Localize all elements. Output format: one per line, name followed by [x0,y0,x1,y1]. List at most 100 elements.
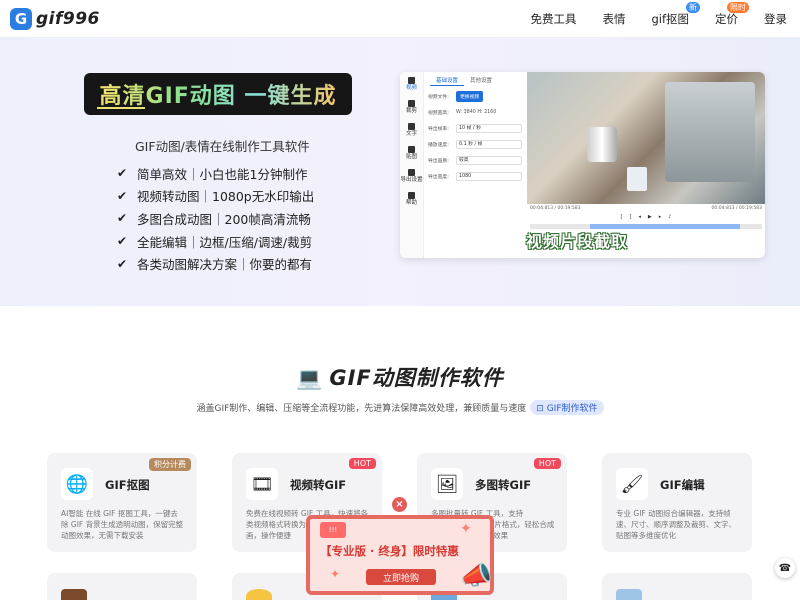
demo-sidebar: 视频 裁剪 文字 贴图 导出设置 帮助 [400,72,424,258]
demo-row: 导出画质: 较高 [428,155,527,166]
tool-card-row2[interactable] [602,573,752,600]
demo-row-label: 视频文件: [428,95,449,100]
tool-card-gif-matting[interactable]: 🌐 GIF抠图 积分计费 AI智能 在线 GIF 抠图工具，一键去除 GIF 背… [47,453,197,552]
feature-list: ✔ 简单高效｜小白也能1分钟制作 ✔ 视频转动图｜1080p无水印输出 ✔ 多图合成动… [117,162,314,275]
promo-close-button[interactable]: × [392,497,407,512]
check-icon: ✔ [117,256,128,271]
check-icon: ✔ [117,188,128,203]
nav-label: 表情 [602,12,626,26]
demo-sidebar-item: 视频 [400,77,423,92]
feature-item: ✔ 多图合成动图｜200帧高清流畅 [117,207,314,230]
check-icon: ✔ [117,211,128,226]
tag-icon: ⊡ [536,404,547,414]
nav-item-pricing[interactable]: 定价 限时 [702,2,751,27]
tool-card-row2[interactable] [47,573,197,600]
demo-video-frame [527,72,765,204]
demo-sidebar-item: 贴图 [400,146,423,161]
section-subtitle: 涵盖GIF制作、编辑、压缩等全流程功能，先进算法保障高效处理，兼顾质量与速度 ⊡ … [0,400,800,415]
demo-time-end: 00:04:813 / 00:19:583 [711,206,762,211]
demo-row: 视频宽高: W: 3840 H: 2160 [428,107,527,118]
demo-sidebar-label: 裁剪 [405,108,417,114]
demo-sidebar-label: 帮助 [405,200,417,206]
nav-item-gif-matting[interactable]: gif抠图 新 [638,2,702,27]
feature-item: ✔ 全能编辑｜边框/压缩/调速/裁剪 [117,230,314,253]
next-frame-icon: ▸ [658,214,662,220]
text-icon [408,123,415,130]
demo-sidebar-label: 贴图 [405,154,417,160]
demo-time-start: 00:04:813 / 00:19:583 [530,206,581,211]
hero-section: 高清GIF动图 一键生成 GIF动图/表情在线制作工具软件 ✔ 简单高效｜小白也能… [0,38,800,306]
nav-label: 定价 [715,12,738,26]
sparkle-icon: ✦ [330,567,341,581]
demo-settings-panel: 基础设置 其他设置 视频文件: 更换视频 视频宽高: W: 3840 H: 2160… [424,72,527,258]
demo-playback-controls: [ ] ◂ ▶ ▸ ♪ [527,214,765,220]
section-subtitle-text: 涵盖GIF制作、编辑、压缩等全流程功能，先进算法保障高效处理，兼顾质量与速度 [196,404,527,414]
demo-sidebar-item: 裁剪 [400,100,423,115]
hero-subtitle: GIF动图/表情在线制作工具软件 [135,139,310,154]
demo-row: 视频文件: 更换视频 [428,91,527,102]
section-tag-label: GIF制作软件 [546,404,598,414]
nav-item-free-tools[interactable]: 免费工具 [517,11,589,27]
feature-text: 各类动图解决方案｜你要的都有 [137,257,313,273]
feature-item: ✔ 简单高效｜小白也能1分钟制作 [117,162,314,185]
nav-item-emoji[interactable]: 表情 [589,11,638,27]
demo-row-value: 10 帧 / 秒 [456,124,522,133]
tool-icon [616,589,642,600]
demo-tab-basic: 基础设置 [430,75,465,86]
pitcher-image [587,127,617,162]
demo-row-label: 导出宽度: [428,175,449,180]
tool-card-gif-edit[interactable]: 🖌 GIF编辑 专业 GIF 动图综合编辑器，支持帧速、尺寸、顺序调整及裁剪、文… [602,453,752,552]
promo-buy-button[interactable]: 立即抢购 [366,569,436,585]
card-badge: HOT [348,458,376,469]
logo-text: gif996 [36,8,100,29]
demo-tabs: 基础设置 其他设置 [430,75,527,86]
demo-caption: 视频片段截取 [526,232,629,251]
cup-image [627,167,647,191]
nav-label: 登录 [764,12,787,26]
feature-text: 多图合成动图｜200帧高清流畅 [137,211,311,227]
play-icon: ▶ [647,214,652,220]
picture-icon: 🖼 [431,468,463,500]
customer-service-icon[interactable]: ☎ [775,558,795,578]
demo-row-label: 导出帧率: [428,127,449,132]
sparkle-icon: ✦ [460,521,472,537]
volume-icon: ♪ [668,214,672,220]
hero-title-underline [97,105,145,109]
feature-item: ✔ 视频转动图｜1080p无水印输出 [117,185,314,208]
check-icon: ✔ [117,166,128,181]
crop-icon [408,100,415,107]
demo-row-value: 0.1 秒 / 帧 [456,140,522,149]
demo-sidebar-item: 帮助 [400,192,423,207]
demo-row-value: 1080 [456,172,522,181]
section-tag[interactable]: ⊡ GIF制作软件 [530,400,604,415]
demo-change-video-button: 更换视频 [456,91,484,102]
new-badge: 新 [686,2,700,13]
feature-text: 视频转动图｜1080p无水印输出 [137,189,315,205]
demo-sidebar-label: 视频 [405,85,417,91]
bracket-close-icon: ] [629,214,632,220]
image-edit-icon: 🖌 [616,468,648,500]
demo-row-value: 较高 [456,156,522,165]
logo-badge-icon: G [10,7,32,30]
demo-row: 导出帧率: 10 帧 / 秒 [428,123,527,134]
demo-sidebar-item: 导出设置 [400,169,423,184]
bracket-open-icon: [ [620,214,623,220]
film-icon: 🎞 [246,468,278,500]
laptop-icon: 💻 [296,366,324,390]
card-badge: 积分计费 [149,458,191,471]
nav-item-login[interactable]: 登录 [751,11,800,27]
globe-icon: 🌐 [61,468,93,500]
demo-row-label: 播放速度: [428,143,449,148]
lightbulb-icon [246,589,272,600]
nav-label: 免费工具 [530,12,577,26]
card-title: 视频转GIF [290,478,347,492]
site-logo[interactable]: G gif996 [10,7,100,30]
coffee-machine-image [665,82,755,182]
demo-sidebar-label: 文字 [405,131,417,137]
demo-sidebar-item: 文字 [400,123,423,138]
card-desc: AI智能 在线 GIF 抠图工具，一键去除 GIF 背景生成透明动图，保留完整动… [61,509,184,540]
top-header: G gif996 免费工具 表情 gif抠图 新 定价 限时 登录 [0,0,800,38]
export-icon [408,169,415,176]
feature-text: 全能编辑｜边框/压缩/调速/裁剪 [137,234,313,250]
frame-icon [61,589,87,600]
